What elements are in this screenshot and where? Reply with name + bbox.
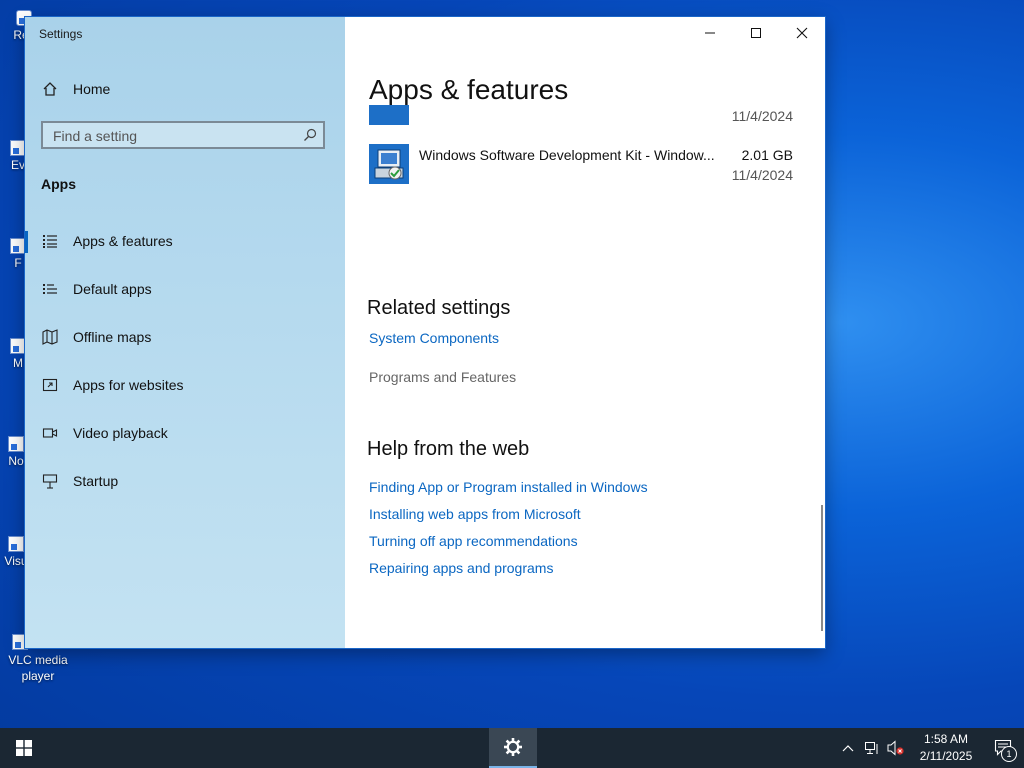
- close-icon: [796, 27, 808, 39]
- sidebar-item-label: Default apps: [73, 281, 152, 297]
- notification-count-badge: 1: [1001, 746, 1017, 762]
- video-playback-icon: [41, 424, 59, 442]
- sidebar-item-apps-for-websites[interactable]: Apps for websites: [41, 376, 184, 394]
- sidebar-item-startup[interactable]: Startup: [41, 472, 118, 490]
- apps-for-websites-icon: [41, 376, 59, 394]
- close-button[interactable]: [779, 17, 825, 49]
- network-icon: [865, 742, 878, 754]
- sidebar-item-label: Video playback: [73, 425, 168, 441]
- help-link[interactable]: Installing web apps from Microsoft: [369, 506, 581, 522]
- window-controls: [687, 17, 825, 49]
- app-size: 2.01 GB: [741, 147, 793, 163]
- sidebar-item-home[interactable]: Home: [41, 80, 110, 98]
- desktop-icon-label: Ev: [10, 158, 25, 172]
- help-link[interactable]: Turning off app recommendations: [369, 533, 578, 549]
- app-name: Windows Software Development Kit - Windo…: [419, 147, 715, 163]
- sidebar-item-video-playback[interactable]: Video playback: [41, 424, 168, 442]
- system-tray: 1:58 AM 2/11/2025 1: [836, 728, 1024, 768]
- help-link[interactable]: Finding App or Program installed in Wind…: [369, 479, 648, 495]
- desktop-icon-label: F: [14, 256, 22, 270]
- sidebar-item-offline-maps[interactable]: Offline maps: [41, 328, 151, 346]
- show-hidden-icons-button[interactable]: [836, 728, 860, 768]
- section-label-apps: Apps: [41, 176, 76, 192]
- app-install-date: 11/4/2024: [731, 167, 793, 183]
- scrollbar-thumb[interactable]: [821, 505, 823, 631]
- windows-logo-icon: [16, 740, 32, 756]
- app-installer-icon: [369, 105, 409, 125]
- sidebar-item-label: Apps for websites: [73, 377, 184, 393]
- main-content: Apps & features 11/4/2024 Windows Softwa…: [345, 17, 825, 648]
- apps-features-icon: [41, 232, 59, 250]
- shortcut-icon: [10, 140, 26, 156]
- related-settings-heading: Related settings: [367, 297, 511, 319]
- app-list-item[interactable]: 11/4/2024: [369, 105, 793, 127]
- startup-icon: [41, 472, 59, 490]
- desktop-icon-label: M: [13, 356, 23, 370]
- clock[interactable]: 1:58 AM 2/11/2025: [908, 731, 984, 765]
- sidebar-item-default-apps[interactable]: Default apps: [41, 280, 152, 298]
- minimize-button[interactable]: [687, 17, 733, 49]
- app-installer-icon: [369, 144, 409, 184]
- clock-date: 2/11/2025: [919, 749, 973, 763]
- sidebar-item-label: Offline maps: [73, 329, 152, 345]
- app-install-date: 11/4/2024: [731, 108, 793, 124]
- action-center-button[interactable]: 1: [984, 728, 1024, 768]
- search-icon[interactable]: [303, 128, 317, 147]
- volume-button[interactable]: [884, 728, 908, 768]
- maximize-icon: [751, 28, 761, 38]
- selected-indicator: [25, 231, 28, 253]
- shortcut-icon: [10, 238, 26, 254]
- programs-and-features-text[interactable]: Programs and Features: [369, 369, 516, 385]
- desktop-icon-label: VLC media player: [8, 653, 68, 683]
- minimize-icon: [705, 32, 715, 34]
- sidebar-item-label: Apps & features: [73, 233, 173, 249]
- sidebar: Settings Home Apps Apps & features: [25, 17, 345, 648]
- shortcut-icon: [10, 338, 26, 354]
- search-input[interactable]: [51, 127, 295, 145]
- offline-maps-icon: [41, 328, 59, 346]
- page-title: Apps & features: [369, 74, 569, 105]
- sidebar-item-label: Home: [73, 81, 111, 97]
- sidebar-item-label: Startup: [73, 473, 119, 489]
- chevron-up-icon: [842, 745, 854, 752]
- sidebar-item-apps-features[interactable]: Apps & features: [41, 232, 173, 250]
- default-apps-icon: [41, 280, 59, 298]
- help-link[interactable]: Repairing apps and programs: [369, 560, 553, 576]
- maximize-button[interactable]: [733, 17, 779, 49]
- shortcut-icon: [8, 536, 24, 552]
- taskbar: 1:58 AM 2/11/2025 1: [0, 728, 1024, 768]
- home-icon: [41, 80, 59, 98]
- gear-icon: [504, 738, 522, 756]
- clock-time: 1:58 AM: [923, 732, 969, 746]
- app-list-item[interactable]: Windows Software Development Kit - Windo…: [369, 144, 793, 188]
- search-box[interactable]: [41, 121, 325, 149]
- start-button[interactable]: [0, 728, 48, 768]
- shortcut-icon: [8, 436, 24, 452]
- volume-muted-icon: [887, 740, 904, 756]
- window-title: Settings: [39, 27, 83, 41]
- desktop-icon-label: No: [8, 454, 24, 468]
- network-button[interactable]: [860, 728, 884, 768]
- help-from-web-heading: Help from the web: [367, 438, 530, 460]
- settings-window: Settings Home Apps Apps & features: [25, 17, 825, 648]
- system-components-link[interactable]: System Components: [369, 330, 499, 346]
- taskbar-settings-app[interactable]: [489, 728, 537, 768]
